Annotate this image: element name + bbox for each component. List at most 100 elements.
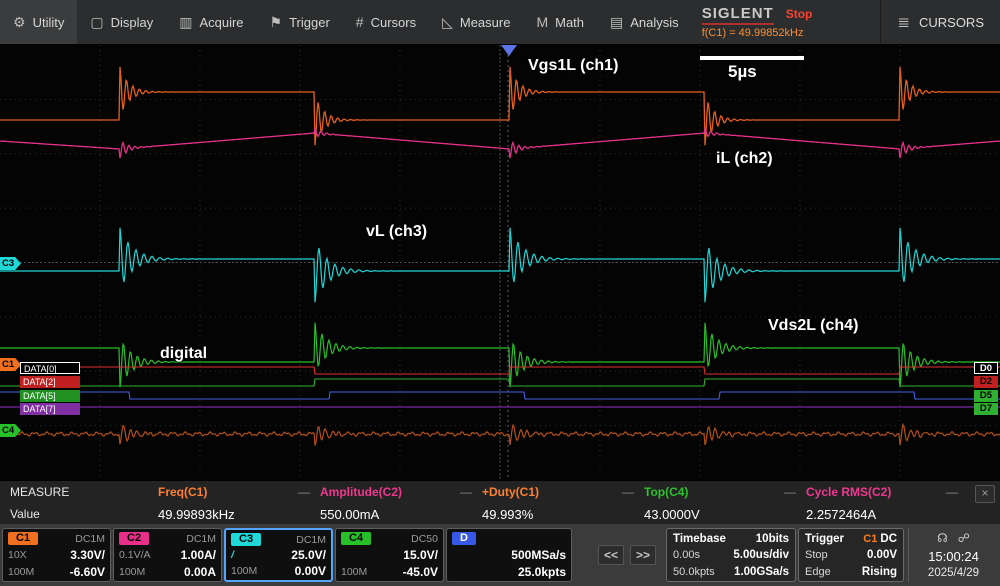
measure-close-button[interactable]: ×: [975, 485, 995, 503]
menu-label: Utility: [33, 15, 65, 30]
trigger-level: 0.00V: [867, 549, 897, 561]
timebase-scale: 5.00us/div: [733, 549, 789, 561]
bottom-status-bar: C1DC1M10X3.30V/100M-6.60VC2DC1M0.1V/A1.0…: [0, 524, 1000, 586]
channel-box-c4[interactable]: C4DC5015.0V/100M-45.0V: [335, 528, 444, 582]
channel-value: 25.0kpts: [518, 565, 566, 579]
stat-dash: —: [622, 485, 634, 499]
timebase-title: Timebase: [673, 533, 726, 545]
display-icon: ▢: [90, 14, 103, 31]
clock-time: 15:00:24: [928, 549, 979, 564]
channel-value: -45.0V: [403, 565, 438, 579]
menu-display[interactable]: ▢Display: [77, 0, 166, 44]
measure-item-1[interactable]: Freq(C1) —: [158, 485, 320, 499]
measure-item-4[interactable]: Top(C4)—: [644, 485, 806, 499]
utility-icon: ⚙: [13, 14, 26, 31]
menu-trigger[interactable]: ⚑ Trigger: [257, 0, 343, 44]
audio-icon: ☊: [937, 531, 948, 545]
channel-box-c3[interactable]: C3DC1M/25.0V/100M0.00V: [224, 528, 333, 582]
channel-attr: 100M: [231, 565, 257, 577]
menu-measure[interactable]: ◺Measure: [429, 0, 523, 44]
measure-value-1: 49.99893kHz: [158, 507, 320, 522]
menu-math[interactable]: MMath: [523, 0, 597, 44]
menu-label: Analysis: [630, 15, 678, 30]
cursors-icon: #: [356, 14, 364, 30]
channel-badge-c4: C4: [341, 532, 371, 545]
scroll-left-button[interactable]: <<: [598, 545, 624, 565]
digital-label-data7: DATA[7]: [20, 403, 80, 415]
cursors-button-label: CURSORS: [919, 15, 984, 30]
channel-attr: 0.1V/A: [119, 549, 151, 561]
measure-value-3: 49.993%: [482, 507, 644, 522]
top-menu-bar: ⚙ Utility ▢Display▥Acquire ⚑ Trigger # Cursors…: [0, 0, 1000, 45]
waveform-display[interactable]: 5µs Vgs1L (ch1)iL (ch2)vL (ch3)Vds2L (ch…: [0, 45, 1000, 480]
measure-item-3[interactable]: +Duty(C1)—: [482, 485, 644, 499]
channel-badge-c3: C3: [231, 533, 261, 546]
channel-badge-d: D: [452, 532, 476, 545]
menu-utility[interactable]: ⚙ Utility: [0, 0, 77, 44]
stat-dash: —: [298, 485, 310, 499]
trigger-icon: ⚑: [270, 14, 283, 31]
timebase-scale-label: 5µs: [728, 62, 757, 82]
scroll-right-button[interactable]: >>: [630, 545, 656, 565]
cursors-button[interactable]: ≣ CURSORS: [880, 0, 1000, 44]
stat-dash: —: [784, 485, 796, 499]
channel-box-d[interactable]: D 500MSa/s 25.0kpts: [446, 528, 572, 582]
menu-label: Trigger: [289, 15, 330, 30]
menu: ⚙ Utility ▢Display▥Acquire ⚑ Trigger # Cursors…: [0, 0, 692, 44]
channel-box-c2[interactable]: C2DC1M0.1V/A1.00A/100M0.00A: [113, 528, 222, 582]
timebase-scale-bar: [700, 56, 804, 60]
measure-value-2: 550.00mA: [320, 507, 482, 522]
annotation-digital: digital: [160, 345, 207, 363]
measure-label: Freq(C1): [158, 485, 207, 499]
channel-value: 500MSa/s: [511, 548, 566, 562]
trigger-coupling: DC: [880, 533, 897, 545]
coupling-label: DC1M: [186, 533, 216, 545]
digital-indicator-d0: D0: [974, 362, 998, 374]
clock-date: 2025/4/29: [928, 567, 979, 579]
measure-label: Cycle RMS(C2): [806, 485, 891, 499]
annotation-vds2l: Vds2L (ch4): [768, 317, 858, 335]
channel-badge-c1: C1: [8, 532, 38, 545]
channel-badge-c2: C2: [119, 532, 149, 545]
timebase-delay: 0.00s: [673, 549, 700, 561]
trigger-slope: Rising: [862, 566, 897, 578]
annotation-vl: vL (ch3): [366, 223, 427, 241]
memory-depth: 50.0kpts: [673, 566, 715, 578]
acquisition-status: Stop: [786, 7, 813, 21]
menu-label: Cursors: [371, 15, 417, 30]
measure-item-2[interactable]: Amplitude(C2)—: [320, 485, 482, 499]
menu-label: Acquire: [199, 15, 243, 30]
trigger-position-marker[interactable]: [501, 45, 517, 56]
channel-box-c1[interactable]: C1DC1M10X3.30V/100M-6.60V: [2, 528, 111, 582]
frequency-counter: f(C1) = 49.99852kHz: [702, 27, 852, 39]
measure-label: Amplitude(C2): [320, 485, 402, 499]
channel-value: 0.00V: [295, 564, 326, 578]
trigger-box[interactable]: Trigger C1 DC Stop0.00V EdgeRising: [798, 528, 904, 582]
channel-value: -6.60V: [70, 565, 105, 579]
measure-panel-title: MEASURE: [0, 485, 158, 499]
digital-indicator-d2: D2: [974, 376, 998, 388]
channel-value: 15.0V/: [403, 548, 438, 562]
measure-value-5: 2.2572464A: [806, 507, 968, 522]
trigger-source: C1: [863, 533, 877, 545]
channel-boxes: C1DC1M10X3.30V/100M-6.60VC2DC1M0.1V/A1.0…: [2, 528, 572, 582]
measure-icon: ◺: [442, 14, 453, 31]
digital-indicator-d7: D7: [974, 403, 998, 415]
clock-box: ☊ ☍ 15:00:24 2025/4/29: [908, 528, 998, 582]
measure-item-5[interactable]: Cycle RMS(C2)—: [806, 485, 968, 499]
timebase-box[interactable]: Timebase10bits 0.00s5.00us/div 50.0kpts1…: [666, 528, 796, 582]
menu-cursors[interactable]: # Cursors: [343, 0, 429, 44]
math-icon: M: [536, 14, 548, 30]
channel-value: 3.30V/: [70, 548, 105, 562]
measure-panel: MEASURE Freq(C1)—Amplitude(C2)—+Duty(C1)…: [0, 480, 1000, 524]
menu-acquire[interactable]: ▥Acquire: [166, 0, 256, 44]
analysis-icon: ▤: [610, 14, 623, 31]
coupling-label: DC50: [411, 533, 438, 545]
measure-row-label: Value: [0, 507, 158, 521]
channel-attr: 10X: [8, 549, 27, 561]
scope-canvas[interactable]: [0, 45, 1000, 480]
annotation-vgs1l: Vgs1L (ch1): [528, 57, 618, 75]
clipboard-icon: ≣: [897, 13, 910, 31]
menu-analysis[interactable]: ▤ Analysis: [597, 0, 692, 44]
channel-value: 0.00A: [184, 565, 216, 579]
